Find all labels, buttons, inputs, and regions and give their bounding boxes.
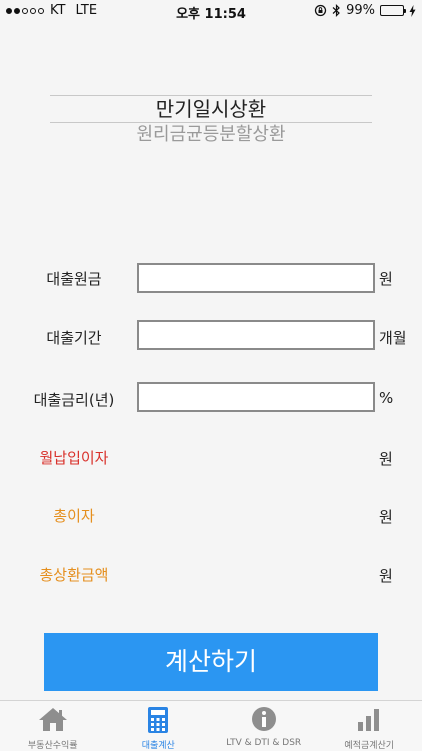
- picker-next-option[interactable]: 원리금균등분할상환: [50, 120, 372, 146]
- info-icon: [251, 706, 277, 732]
- tab-label: 부동산수익률: [0, 738, 106, 751]
- tab-savings-calculator[interactable]: 예적금계산기: [317, 701, 422, 751]
- period-label: 대출기간: [14, 327, 134, 348]
- total-repayment-unit: 원: [379, 565, 393, 586]
- calculator-icon: [147, 706, 169, 734]
- monthly-interest-label: 월납입이자: [14, 447, 134, 468]
- tab-loan-calculator[interactable]: 대출계산: [106, 701, 212, 751]
- home-icon: [38, 706, 68, 732]
- principal-label: 대출원금: [14, 268, 134, 289]
- battery-percent: 99%: [346, 3, 375, 18]
- total-interest-label: 총이자: [14, 505, 134, 526]
- monthly-interest-unit: 원: [379, 448, 393, 469]
- tab-ltv-dti-dsr[interactable]: LTV & DTI & DSR: [211, 701, 317, 751]
- principal-input[interactable]: [137, 263, 375, 293]
- period-input[interactable]: [137, 320, 375, 350]
- picker-selected-option[interactable]: 만기일시상환: [50, 93, 372, 122]
- tab-label: LTV & DTI & DSR: [211, 738, 317, 748]
- total-interest-unit: 원: [379, 506, 393, 527]
- status-bar: KT LTE 오후 11:54 99%: [0, 0, 422, 22]
- calculate-button[interactable]: 계산하기: [44, 633, 378, 691]
- tab-label: 대출계산: [106, 738, 212, 751]
- tab-bar: 부동산수익률 대출계산 LTV & DTI & DSR 예적금계산기: [0, 700, 422, 751]
- rate-input[interactable]: [137, 382, 375, 412]
- tab-real-estate-yield[interactable]: 부동산수익률: [0, 701, 106, 751]
- rate-label: 대출금리(년): [14, 389, 134, 410]
- period-unit: 개월: [379, 327, 407, 348]
- orientation-lock-icon: [314, 4, 327, 17]
- tab-label: 예적금계산기: [317, 738, 422, 751]
- charging-icon: [409, 5, 416, 17]
- rate-unit: %: [379, 389, 393, 407]
- battery-icon: [380, 5, 404, 16]
- repayment-method-picker[interactable]: 만기일시상환 원리금균등분할상환: [50, 86, 372, 156]
- bluetooth-icon: [332, 4, 341, 17]
- principal-unit: 원: [379, 268, 393, 289]
- total-repayment-label: 총상환금액: [14, 564, 134, 585]
- bar-chart-icon: [356, 706, 382, 732]
